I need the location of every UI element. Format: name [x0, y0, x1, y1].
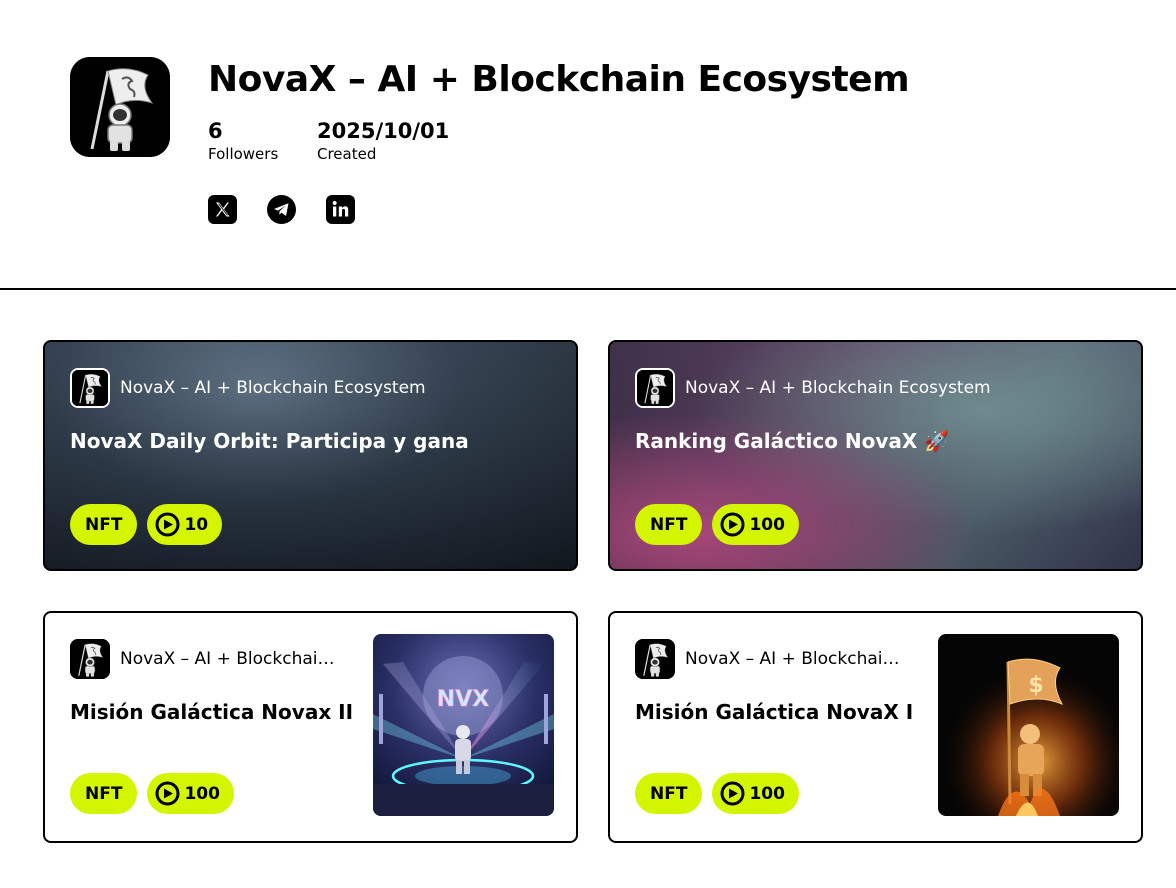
points-value: 100 — [749, 783, 785, 804]
quest-card[interactable]: NovaX – AI + Blockchain Ecosystem NovaX … — [43, 340, 578, 571]
astronaut-flag-fire-image: $ — [938, 634, 1119, 816]
linkedin-icon[interactable] — [326, 195, 355, 224]
astronaut-flag-icon — [70, 57, 170, 157]
quest-card[interactable]: NovaX – AI + Blockchain Ecosystem Rankin… — [608, 340, 1143, 571]
card-author: NovaX – AI + Blockchain Ecosystem — [635, 639, 909, 679]
card-thumbnail: NVX — [373, 634, 554, 816]
profile-avatar — [70, 57, 170, 157]
card-author: NovaX – AI + Blockchain Ecosystem — [635, 368, 991, 408]
card-title: Misión Galáctica NovaX I — [635, 700, 914, 724]
followers-stat: 6 Followers — [208, 119, 278, 164]
quest-card[interactable]: NovaX – AI + Blockchain Ecosystem Misión… — [43, 611, 578, 843]
followers-label: Followers — [208, 145, 279, 163]
x-icon[interactable] — [208, 195, 237, 224]
card-badges: NFT 100 — [635, 773, 799, 814]
card-title: NovaX Daily Orbit: Participa y gana — [70, 429, 469, 453]
author-avatar — [635, 639, 675, 679]
astronaut-flag-icon — [637, 370, 673, 406]
social-links — [208, 195, 355, 224]
coin-icon — [155, 781, 180, 806]
card-badges: NFT 100 — [70, 773, 234, 814]
coin-icon — [720, 781, 745, 806]
coin-icon — [155, 512, 180, 537]
created-date: 2025/10/01 — [317, 119, 450, 143]
thumbnail-logo-text: NVX — [437, 687, 489, 712]
nft-badge: NFT — [70, 504, 138, 545]
quest-card[interactable]: NovaX – AI + Blockchain Ecosystem Misión… — [608, 611, 1143, 843]
created-stat: 2025/10/01 Created — [317, 119, 449, 164]
profile-title: NovaX – AI + Blockchain Ecosystem — [208, 59, 910, 100]
card-title: Misión Galáctica Novax II — [70, 700, 354, 724]
telegram-icon[interactable] — [267, 195, 296, 224]
astronaut-flag-icon — [72, 370, 108, 406]
points-value: 10 — [184, 514, 209, 535]
astronaut-flag-icon — [635, 639, 675, 679]
points-value: 100 — [749, 514, 785, 535]
created-label: Created — [317, 145, 377, 163]
card-author: NovaX – AI + Blockchain Ecosystem — [70, 368, 426, 408]
astronaut-flag-icon — [70, 639, 110, 679]
points-value: 100 — [184, 783, 220, 804]
card-author: NovaX – AI + Blockchain Ecosystem — [70, 639, 344, 679]
nft-badge: NFT — [635, 773, 703, 814]
author-avatar — [70, 368, 110, 408]
points-badge: 100 — [712, 773, 799, 814]
astronaut-stage-image: NVX — [373, 634, 554, 816]
author-name: NovaX – AI + Blockchain Ecosystem — [120, 649, 344, 669]
author-name: NovaX – AI + Blockchain Ecosystem — [120, 378, 426, 398]
points-badge: 100 — [712, 504, 799, 545]
dollar-sign-icon: $ — [1028, 673, 1043, 698]
section-divider — [0, 288, 1176, 290]
points-badge: 100 — [147, 773, 234, 814]
followers-count: 6 — [208, 119, 223, 143]
author-avatar — [635, 368, 675, 408]
card-badges: NFT 100 — [635, 504, 799, 545]
author-avatar — [70, 639, 110, 679]
author-name: NovaX – AI + Blockchain Ecosystem — [685, 378, 991, 398]
author-name: NovaX – AI + Blockchain Ecosystem — [685, 649, 909, 669]
nft-badge: NFT — [635, 504, 703, 545]
points-badge: 10 — [147, 504, 223, 545]
card-thumbnail: $ — [938, 634, 1119, 816]
coin-icon — [720, 512, 745, 537]
card-badges: NFT 10 — [70, 504, 223, 545]
profile-header: NovaX – AI + Blockchain Ecosystem 6 Foll… — [70, 57, 1130, 237]
nft-badge: NFT — [70, 773, 138, 814]
card-title: Ranking Galáctico NovaX 🚀 — [635, 429, 950, 453]
